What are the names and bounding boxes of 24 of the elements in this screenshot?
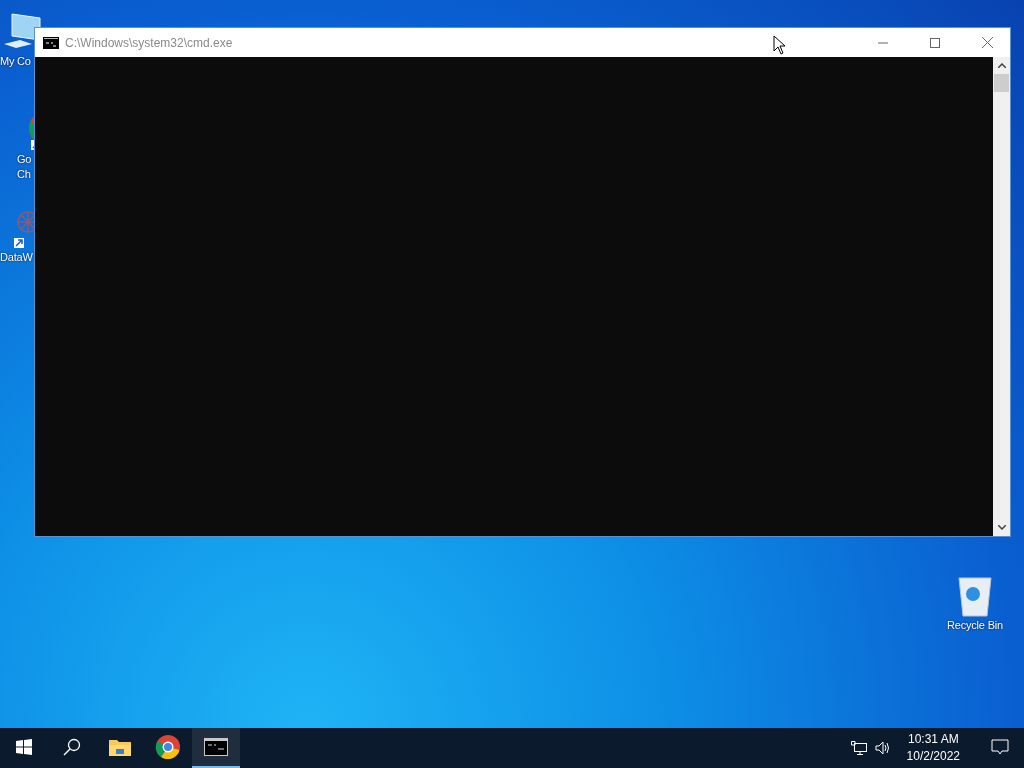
- speech-bubble-icon: [991, 739, 1009, 755]
- clock-time: 10:31 AM: [907, 731, 959, 748]
- maximize-icon: [930, 37, 940, 48]
- cursor-icon: [773, 35, 787, 55]
- search-icon: [63, 738, 81, 756]
- windows-logo-icon: [16, 739, 32, 755]
- speaker-icon: [874, 741, 891, 755]
- icon-label: My Co: [0, 54, 31, 69]
- icon-label: Recycle Bin: [947, 618, 1003, 633]
- console-icon: [43, 36, 59, 49]
- scroll-thumb[interactable]: [994, 74, 1009, 92]
- taskbar-app-button[interactable]: [192, 728, 240, 768]
- folder-icon: [109, 738, 131, 756]
- close-icon: [981, 37, 993, 48]
- icon-label: Go: [17, 152, 32, 167]
- browser-icon: [156, 735, 180, 759]
- console-icon: [204, 738, 228, 756]
- clock-date: 10/2/2022: [906, 748, 960, 765]
- window-title: C:\Windows\system32\cmd.exe: [65, 35, 233, 50]
- icon-label: DataW: [0, 250, 33, 265]
- chevron-down-icon: [997, 525, 1006, 530]
- scrollbar[interactable]: [993, 57, 1010, 536]
- icon-label: Ch: [17, 167, 31, 182]
- chevron-up-icon: [997, 63, 1006, 68]
